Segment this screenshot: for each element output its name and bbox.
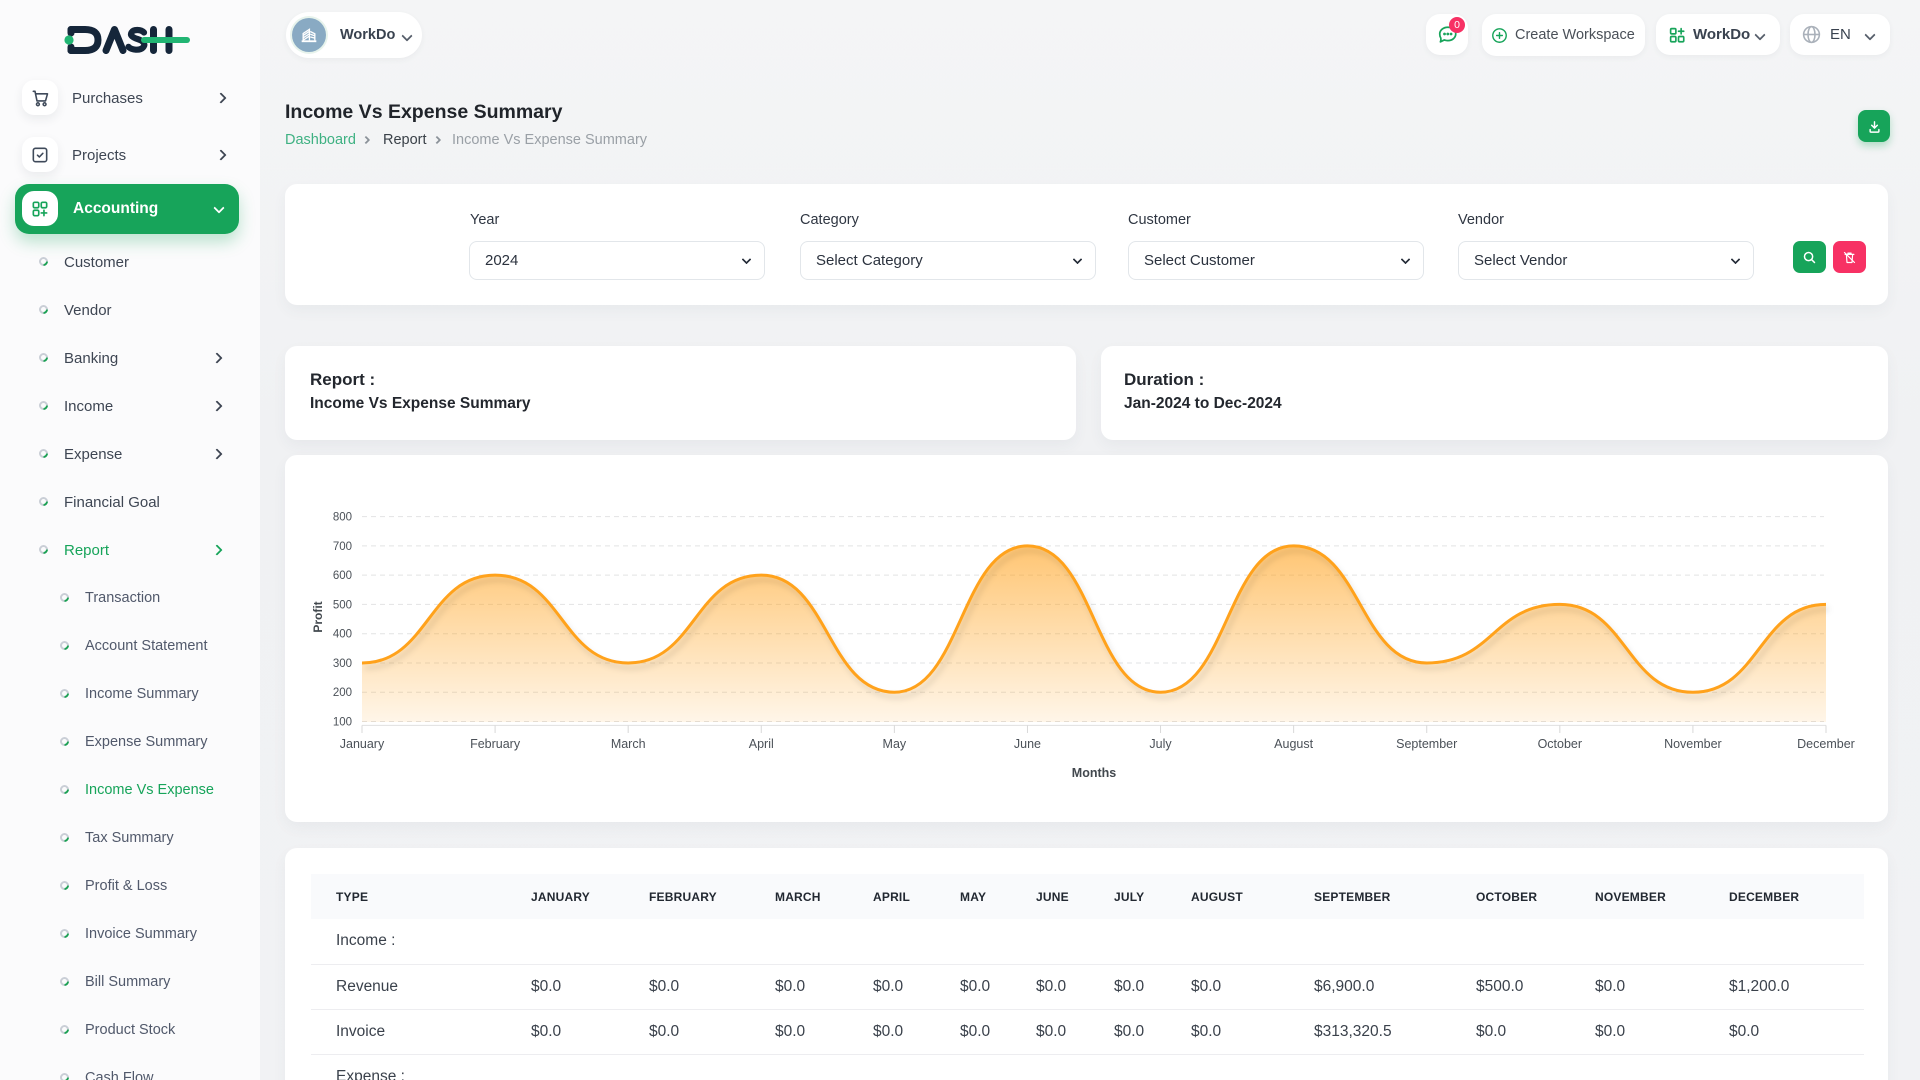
svg-text:600: 600	[333, 570, 352, 582]
svg-text:October: October	[1538, 737, 1582, 751]
svg-text:700: 700	[333, 541, 352, 553]
svg-text:September: September	[1396, 737, 1457, 751]
svg-text:Profit: Profit	[311, 601, 325, 632]
svg-text:400: 400	[333, 629, 352, 641]
svg-text:500: 500	[333, 599, 352, 611]
svg-text:300: 300	[333, 658, 352, 670]
svg-text:July: July	[1149, 737, 1172, 751]
svg-text:June: June	[1014, 737, 1041, 751]
svg-text:December: December	[1797, 737, 1855, 751]
svg-text:August: August	[1274, 737, 1313, 751]
svg-text:200: 200	[333, 687, 352, 699]
svg-text:April: April	[749, 737, 774, 751]
svg-text:January: January	[340, 737, 385, 751]
svg-text:100: 100	[333, 717, 352, 729]
svg-text:February: February	[470, 737, 521, 751]
svg-text:November: November	[1664, 737, 1722, 751]
svg-text:May: May	[883, 737, 907, 751]
svg-text:March: March	[611, 737, 646, 751]
svg-text:Months: Months	[1072, 766, 1116, 780]
svg-text:800: 800	[333, 512, 352, 524]
